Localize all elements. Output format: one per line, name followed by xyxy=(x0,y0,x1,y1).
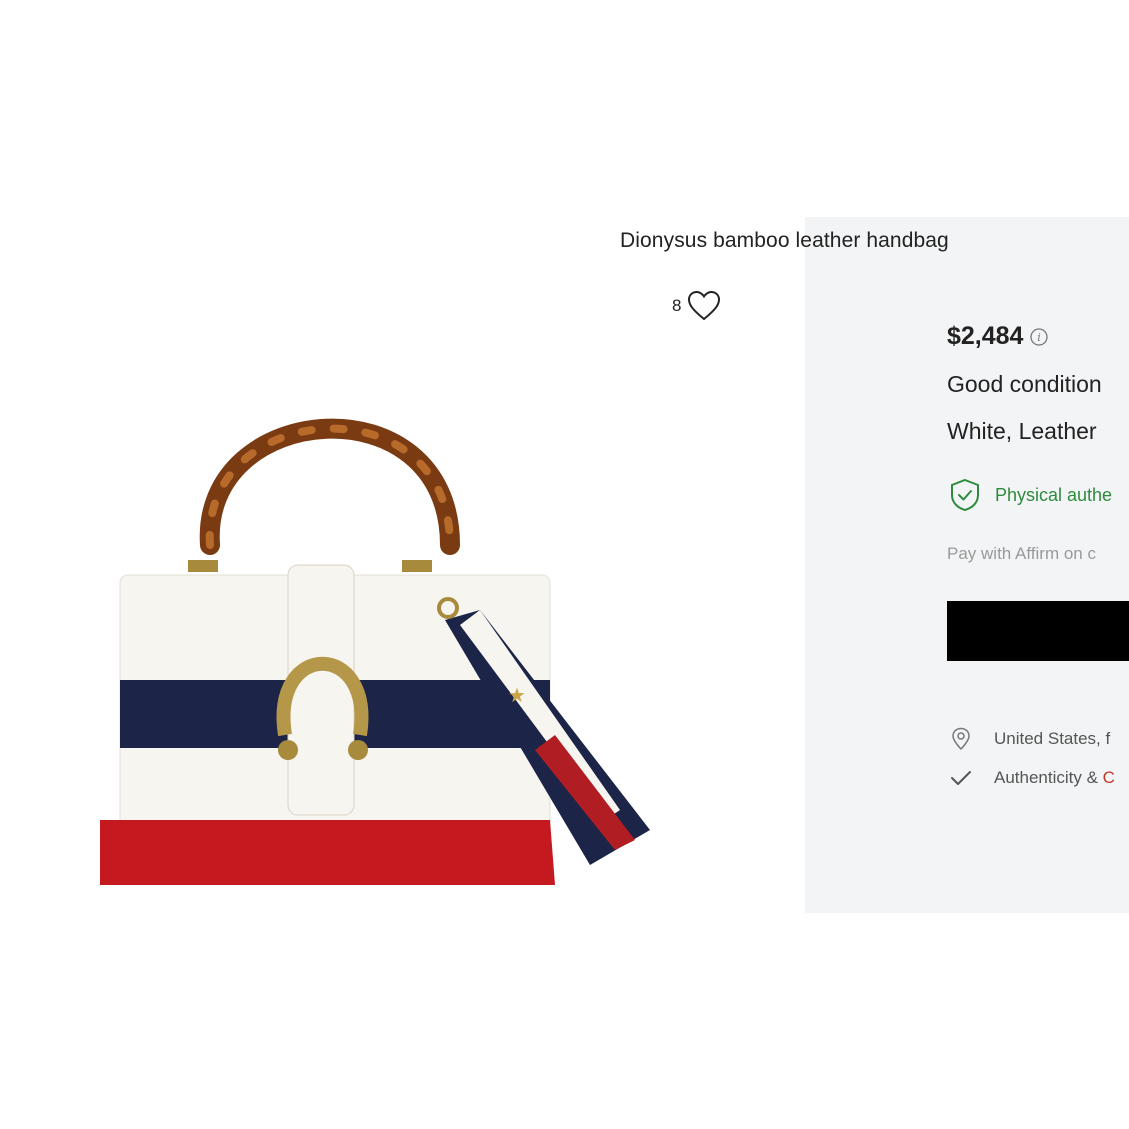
authenticity-suffix: C xyxy=(1102,768,1115,787)
location-pin-icon xyxy=(952,727,970,751)
like-count: 8 xyxy=(672,296,682,315)
color-material: White, Leather xyxy=(947,418,1097,444)
authentication-row[interactable]: Physical authe xyxy=(949,478,1112,512)
product-page: ★ Dionysus bamboo leather handbag 8 $2,4… xyxy=(0,0,1129,1129)
svg-text:i: i xyxy=(1038,331,1042,344)
buy-button[interactable] xyxy=(947,601,1129,661)
price-row: $2,484 i xyxy=(947,322,1049,351)
authenticity-text: Authenticity & C xyxy=(994,768,1115,788)
condition: Good condition xyxy=(947,371,1102,397)
authenticity-label: Authenticity & xyxy=(994,768,1103,787)
shield-check-icon xyxy=(951,478,979,512)
like-button[interactable]: 8 xyxy=(672,290,721,322)
price: $2,484 xyxy=(947,322,1024,350)
heart-icon xyxy=(688,290,721,321)
authentication-text: Physical authe xyxy=(995,484,1113,505)
svg-text:★: ★ xyxy=(508,683,526,707)
affirm-text[interactable]: Pay with Affirm on c xyxy=(947,544,1096,564)
product-title: Dionysus bamboo leather handbag xyxy=(620,229,949,252)
authenticity-row[interactable]: Authenticity & C xyxy=(950,768,1115,788)
shipping-location: United States, f xyxy=(994,729,1111,748)
shipping-row: United States, f xyxy=(951,727,1110,751)
info-icon[interactable]: i xyxy=(1030,327,1049,346)
checkmark-icon xyxy=(951,771,971,785)
product-image[interactable]: ★ xyxy=(60,340,700,920)
